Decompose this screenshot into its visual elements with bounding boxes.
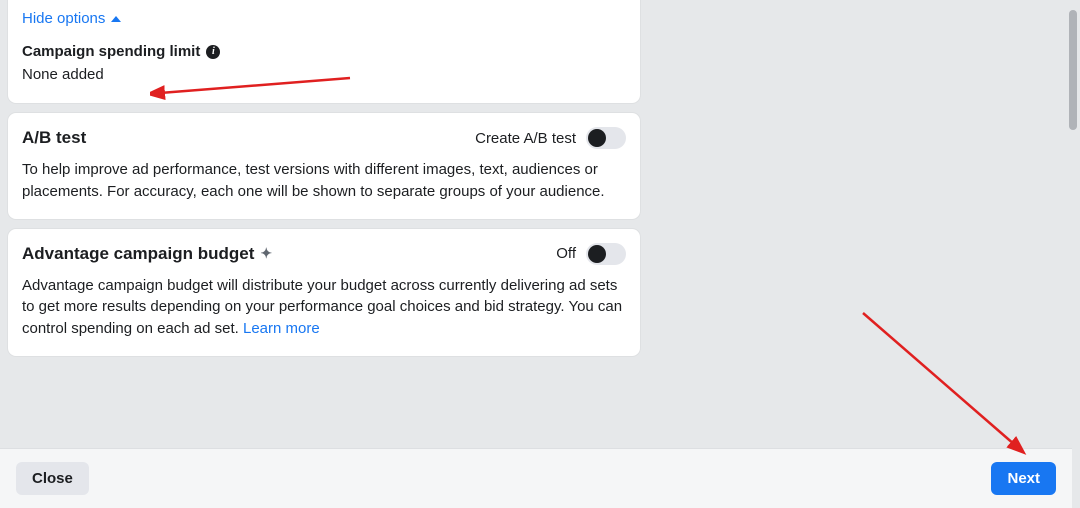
toggle-knob-icon bbox=[588, 129, 606, 147]
hide-options-label: Hide options bbox=[22, 10, 105, 27]
next-button[interactable]: Next bbox=[991, 462, 1056, 495]
advantage-budget-description: Advantage campaign budget will distribut… bbox=[22, 275, 626, 340]
scrollbar-thumb[interactable] bbox=[1069, 10, 1077, 130]
ab-test-description: To help improve ad performance, test ver… bbox=[22, 159, 626, 203]
toggle-knob-icon bbox=[588, 245, 606, 263]
advantage-budget-toggle-group: Off bbox=[556, 243, 626, 265]
advantage-budget-card: Advantage campaign budget ✦ Off Advantag… bbox=[8, 229, 640, 356]
spending-limit-text: Campaign spending limit bbox=[22, 43, 200, 60]
ab-test-toggle[interactable] bbox=[586, 127, 626, 149]
campaign-spending-card: Hide options Campaign spending limit i N… bbox=[8, 0, 640, 103]
campaign-spending-limit-label: Campaign spending limit i bbox=[22, 43, 626, 60]
advantage-budget-toggle-label: Off bbox=[556, 245, 576, 262]
ab-test-title: A/B test bbox=[22, 128, 86, 148]
hide-options-link[interactable]: Hide options bbox=[22, 10, 121, 27]
annotation-arrow-right bbox=[855, 305, 1055, 465]
spending-limit-value: None added bbox=[22, 66, 626, 83]
ab-test-toggle-label: Create A/B test bbox=[475, 130, 576, 147]
caret-up-icon bbox=[111, 16, 121, 22]
advantage-budget-title: Advantage campaign budget ✦ bbox=[22, 244, 272, 264]
info-icon[interactable]: i bbox=[206, 45, 220, 59]
footer-bar: Close Next bbox=[0, 448, 1072, 508]
advantage-budget-toggle[interactable] bbox=[586, 243, 626, 265]
learn-more-link[interactable]: Learn more bbox=[243, 320, 320, 337]
sparkle-icon: ✦ bbox=[260, 245, 272, 262]
ab-test-toggle-group: Create A/B test bbox=[475, 127, 626, 149]
advantage-budget-desc-text: Advantage campaign budget will distribut… bbox=[22, 277, 622, 338]
ab-test-card: A/B test Create A/B test To help improve… bbox=[8, 113, 640, 219]
scrollbar-track[interactable] bbox=[1069, 0, 1077, 508]
advantage-budget-title-text: Advantage campaign budget bbox=[22, 244, 254, 264]
close-button[interactable]: Close bbox=[16, 462, 89, 495]
